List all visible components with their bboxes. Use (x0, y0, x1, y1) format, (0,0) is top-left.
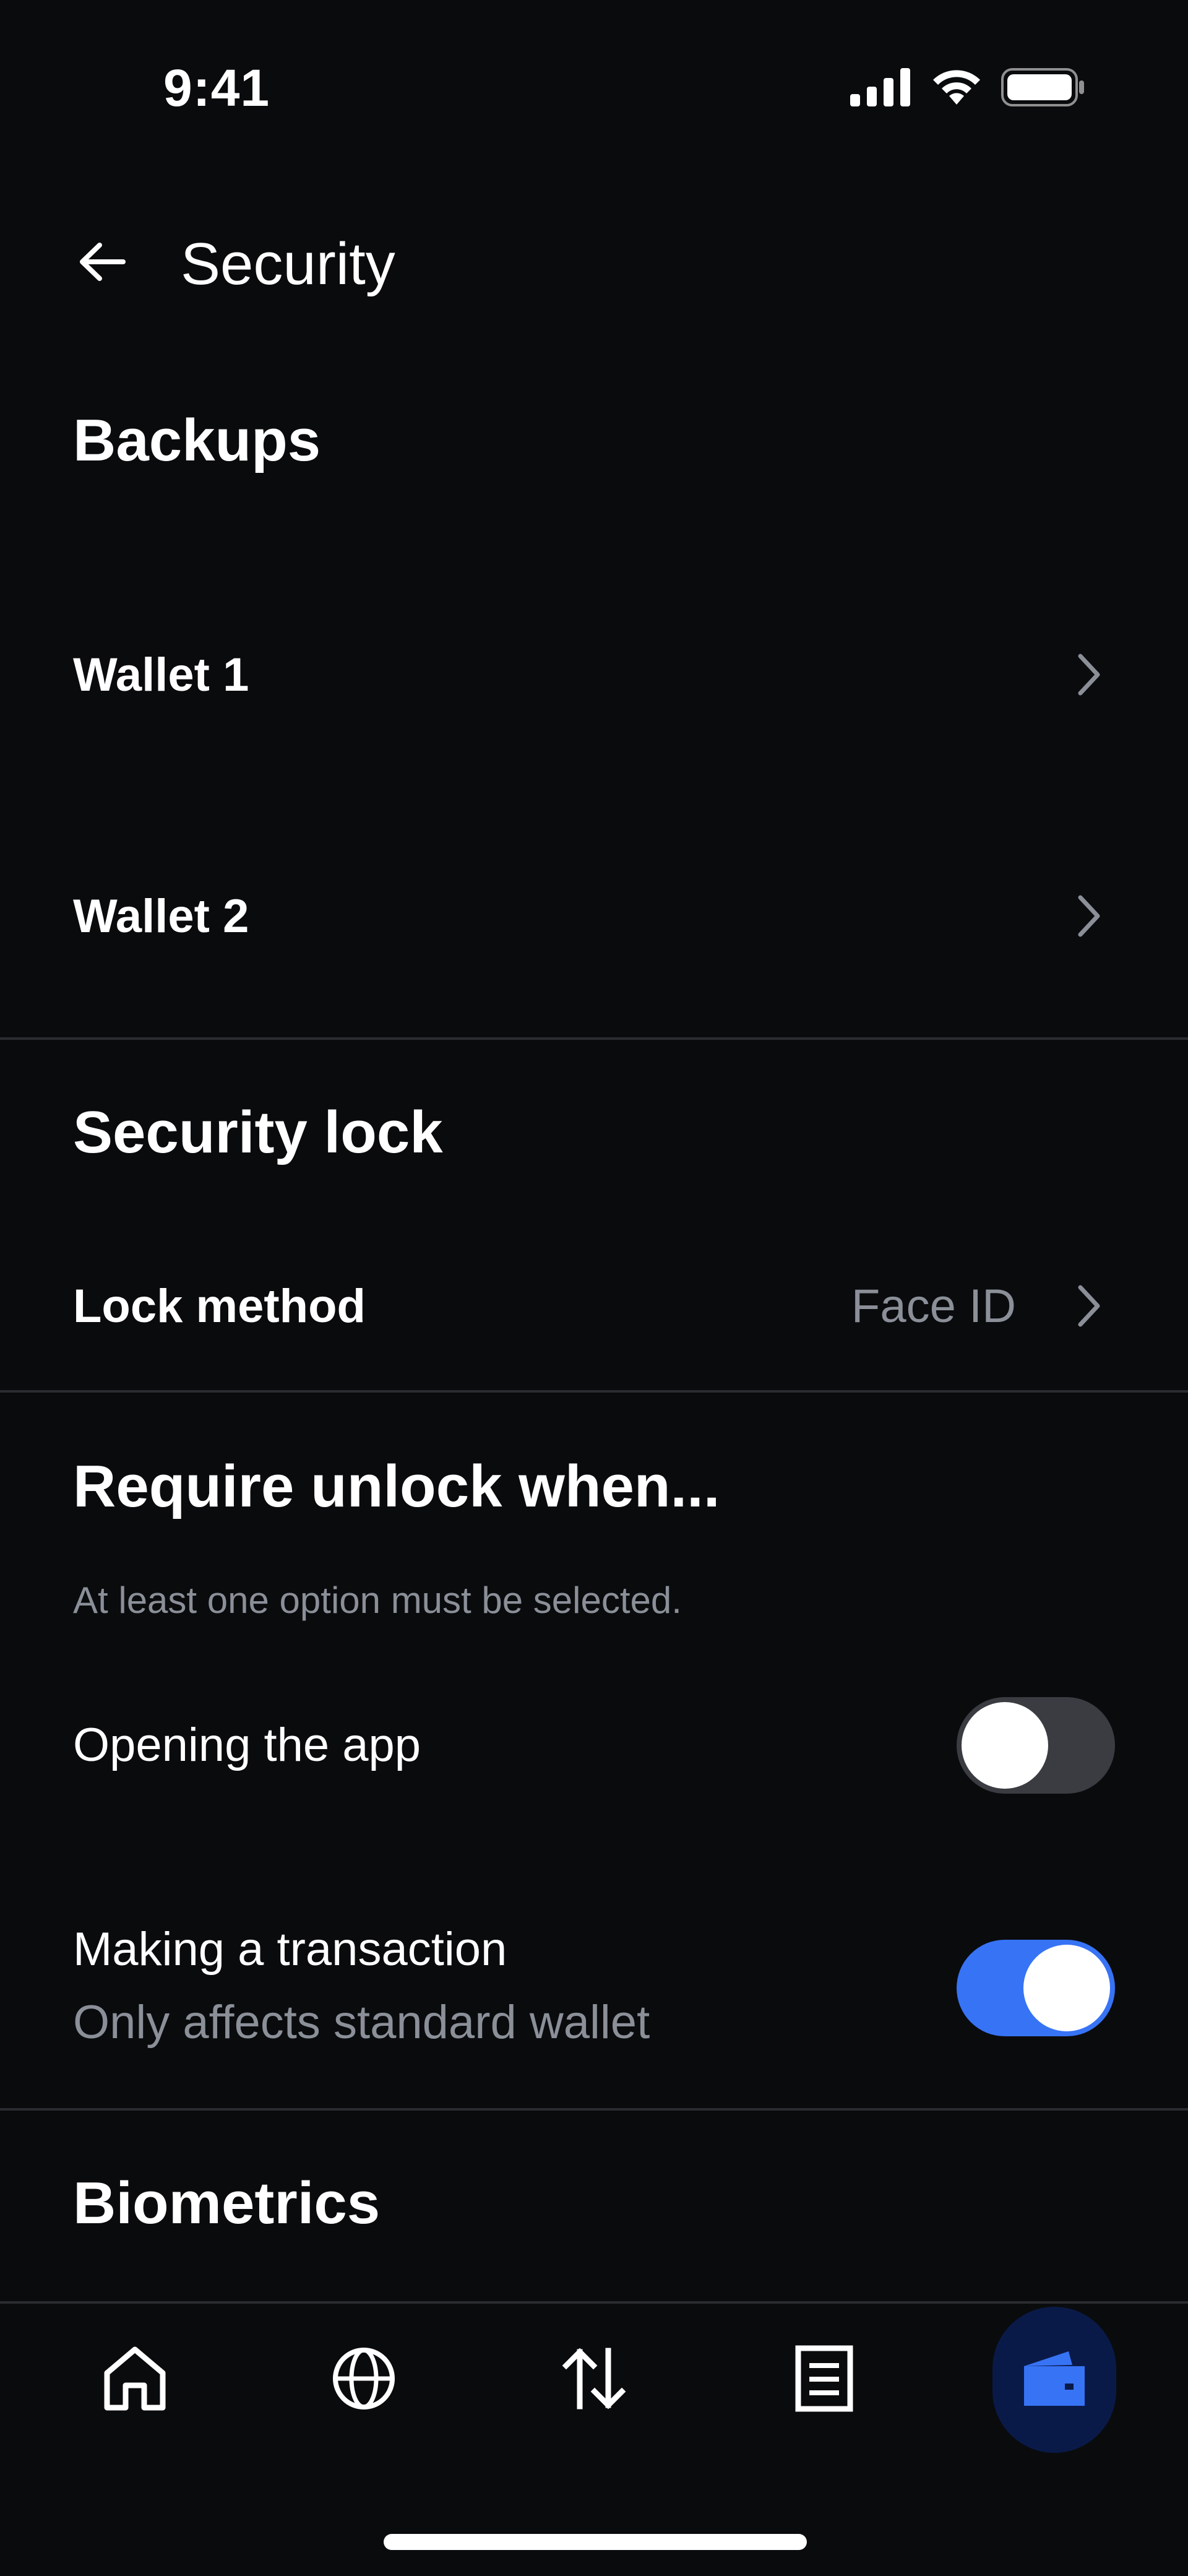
opening-app-label: Opening the app (73, 1719, 421, 1771)
nav-browser[interactable] (302, 2302, 426, 2457)
home-icon (101, 2345, 169, 2416)
status-time: 9:41 (163, 59, 270, 117)
home-indicator (384, 2534, 807, 2550)
opening-app-toggle[interactable] (957, 1697, 1115, 1794)
making-transaction-label: Making a transaction (73, 1923, 507, 1976)
globe-icon (330, 2345, 398, 2416)
back-button[interactable] (68, 229, 136, 297)
wallet-1-label: Wallet 1 (73, 648, 249, 701)
lock-method-label: Lock method (73, 1279, 366, 1333)
backups-title: Backups (73, 407, 321, 473)
lock-method-value: Face ID (851, 1279, 1016, 1333)
battery-icon (1001, 67, 1085, 110)
nav-activity[interactable] (762, 2302, 886, 2457)
document-icon (793, 2345, 855, 2416)
wallet-icon (1020, 2348, 1088, 2413)
divider (0, 1037, 1188, 1040)
security-lock-title: Security lock (73, 1099, 443, 1165)
arrow-left-icon (77, 240, 127, 287)
status-icons (850, 67, 1085, 110)
wifi-icon (929, 67, 984, 110)
nav-wallet[interactable] (992, 2302, 1116, 2457)
page-title: Security (181, 231, 395, 297)
chevron-right-icon (1070, 1281, 1108, 1331)
divider (0, 2108, 1188, 2111)
making-transaction-toggle[interactable] (957, 1940, 1115, 2036)
transfer-icon (560, 2345, 628, 2416)
require-unlock-title: Require unlock when... (73, 1453, 720, 1519)
nav-home[interactable] (73, 2302, 197, 2457)
lock-method-row[interactable]: Lock method Face ID (0, 1244, 1188, 1368)
require-unlock-helper: At least one option must be selected. (73, 1580, 682, 1621)
making-transaction-sublabel: Only affects standard wallet (73, 1996, 650, 2049)
nav-transfer[interactable] (532, 2302, 656, 2457)
chevron-right-icon (1070, 650, 1108, 699)
nav-active-indicator (992, 2307, 1116, 2453)
wallet-2-row[interactable]: Wallet 2 (0, 854, 1188, 978)
signal-icon (850, 67, 912, 110)
wallet-2-label: Wallet 2 (73, 889, 249, 943)
bottom-nav (0, 2302, 1188, 2457)
toggle-knob (962, 1702, 1048, 1789)
biometrics-title: Biometrics (73, 2170, 381, 2236)
wallet-1-row[interactable]: Wallet 1 (0, 613, 1188, 737)
chevron-right-icon (1070, 891, 1108, 941)
divider (0, 1390, 1188, 1393)
toggle-knob (1023, 1945, 1110, 2031)
